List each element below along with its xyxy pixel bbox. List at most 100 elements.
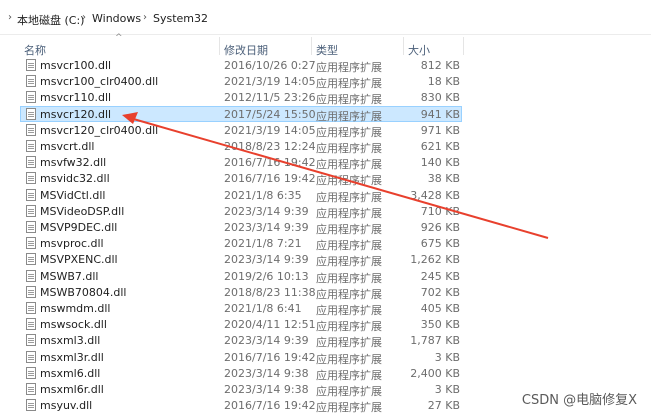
file-row[interactable]: MSVideoDSP.dll 2023/3/14 9:39 应用程序扩展 710 KB <box>0 203 651 220</box>
column-divider[interactable] <box>311 37 312 55</box>
file-date: 2023/3/14 9:39 <box>224 221 309 234</box>
file-row[interactable]: msvcr100.dll 2016/10/26 0:27 应用程序扩展 812 KB <box>0 57 651 74</box>
dll-file-icon <box>26 172 36 185</box>
file-name: MSVidCtl.dll <box>40 188 106 202</box>
column-header-name[interactable]: 名称 <box>24 42 46 58</box>
dll-file-icon <box>26 188 36 201</box>
file-size: 245 KB <box>420 269 460 283</box>
file-row[interactable]: MSVP9DEC.dll 2023/3/14 9:39 应用程序扩展 926 KB <box>0 219 651 236</box>
file-name: MSVPXENC.dll <box>40 253 118 267</box>
file-size: 941 KB <box>420 107 460 121</box>
file-row[interactable]: msvcr120.dll 2017/5/24 15:50 应用程序扩展 941 KB <box>0 105 651 123</box>
file-size: 405 KB <box>420 302 460 315</box>
file-size: 702 KB <box>420 285 460 299</box>
dll-file-icon <box>26 107 36 120</box>
file-row[interactable]: MSVidCtl.dll 2021/1/8 6:35 应用程序扩展 3,428 KB <box>0 187 651 204</box>
file-name: MSWB70804.dll <box>40 285 127 299</box>
file-size: 3 KB <box>434 350 460 364</box>
file-row[interactable]: msvcr110.dll 2012/11/5 23:26 应用程序扩展 830 KB <box>0 89 651 106</box>
file-row[interactable]: MSWB70804.dll 2018/8/23 11:38 应用程序扩展 702 KB <box>0 284 651 301</box>
file-size: 621 KB <box>420 140 460 153</box>
file-row[interactable]: msvcr100_clr0400.dll 2021/3/19 14:05 应用程序扩… <box>0 73 651 90</box>
chevron-right-icon[interactable]: › <box>82 12 86 23</box>
breadcrumb-item-system32[interactable]: System32 <box>153 12 208 25</box>
file-row[interactable]: msxml6.dll 2023/3/14 9:38 应用程序扩展 2,400 KB <box>0 365 651 382</box>
file-name: msvcr100.dll <box>40 59 112 72</box>
file-name: MSVideoDSP.dll <box>40 204 125 218</box>
file-date: 2021/3/19 14:05 <box>224 123 316 137</box>
file-row[interactable]: mswmdm.dll 2021/1/8 6:41 应用程序扩展 405 KB <box>0 300 651 317</box>
breadcrumb: › 本地磁盘 (C:) › Windows › System32 <box>0 0 651 35</box>
file-size: 3,428 KB <box>410 188 460 202</box>
file-date: 2023/3/14 9:38 <box>224 383 309 396</box>
file-size: 2,400 KB <box>410 366 460 380</box>
file-date: 2021/3/19 14:05 <box>224 75 316 89</box>
file-date: 2023/3/14 9:38 <box>224 366 309 380</box>
column-header-size[interactable]: 大小 <box>408 42 430 58</box>
file-name: msxml3r.dll <box>40 350 104 364</box>
column-header-date[interactable]: 修改日期 <box>224 42 268 58</box>
file-row[interactable]: msxml3.dll 2023/3/14 9:39 应用程序扩展 1,787 KB <box>0 332 651 349</box>
file-date: 2016/7/16 19:42 <box>224 350 316 364</box>
file-date: 2016/7/16 19:42 <box>224 172 316 186</box>
file-row[interactable]: MSVPXENC.dll 2023/3/14 9:39 应用程序扩展 1,262 KB <box>0 251 651 268</box>
dll-file-icon <box>26 318 36 331</box>
file-row[interactable]: msvproc.dll 2021/1/8 7:21 应用程序扩展 675 KB <box>0 235 651 252</box>
dll-file-icon <box>26 285 36 298</box>
file-name: mswsock.dll <box>40 318 107 332</box>
dll-file-icon <box>26 204 36 217</box>
file-row[interactable]: msvcrt.dll 2018/8/23 12:24 应用程序扩展 621 KB <box>0 138 651 155</box>
file-size: 140 KB <box>420 156 460 170</box>
file-date: 2023/3/14 9:39 <box>224 253 309 267</box>
file-date: 2021/1/8 6:41 <box>224 302 302 315</box>
file-size: 675 KB <box>420 237 460 251</box>
file-row[interactable]: msxml3r.dll 2016/7/16 19:42 应用程序扩展 3 KB <box>0 349 651 366</box>
file-name: msvcr110.dll <box>40 91 112 105</box>
file-size: 27 KB <box>427 399 460 413</box>
file-date: 2012/11/5 23:26 <box>224 91 316 105</box>
dll-file-icon <box>26 302 36 314</box>
file-size: 18 KB <box>427 75 460 89</box>
file-size: 3 KB <box>434 383 460 396</box>
column-divider[interactable] <box>403 37 404 55</box>
file-name: msvcr120.dll <box>40 107 112 121</box>
file-row[interactable]: mswsock.dll 2020/4/11 12:51 应用程序扩展 350 KB <box>0 316 651 333</box>
file-name: msvcrt.dll <box>40 140 95 153</box>
dll-file-icon <box>26 366 36 379</box>
file-date: 2021/1/8 7:21 <box>224 237 302 251</box>
file-date: 2017/5/24 15:50 <box>224 107 316 121</box>
breadcrumb-item-windows[interactable]: Windows <box>92 12 141 25</box>
dll-file-icon <box>26 334 36 347</box>
dll-file-icon <box>26 91 36 104</box>
file-row[interactable]: msvidc32.dll 2016/7/16 19:42 应用程序扩展 38 KB <box>0 170 651 187</box>
column-header-type[interactable]: 类型 <box>316 42 338 58</box>
file-row[interactable]: MSWB7.dll 2019/2/6 10:13 应用程序扩展 245 KB <box>0 268 651 285</box>
file-date: 2021/1/8 6:35 <box>224 188 302 202</box>
file-name: msxml3.dll <box>40 334 101 348</box>
watermark: CSDN @电脑修复X <box>521 393 637 408</box>
file-row[interactable]: msvcr120_clr0400.dll 2021/3/19 14:05 应用程序扩… <box>0 122 651 139</box>
file-name: msvproc.dll <box>40 237 104 251</box>
chevron-right-icon[interactable]: › <box>143 12 147 23</box>
column-divider[interactable] <box>463 37 464 55</box>
dll-file-icon <box>26 123 36 136</box>
file-row[interactable]: msvfw32.dll 2016/7/16 19:42 应用程序扩展 140 KB <box>0 154 651 171</box>
file-name: msvcr120_clr0400.dll <box>40 123 159 137</box>
file-size: 830 KB <box>420 91 460 105</box>
breadcrumb-item-drive[interactable]: 本地磁盘 (C:) <box>17 12 84 28</box>
file-size: 971 KB <box>420 123 460 137</box>
file-name: MSVP9DEC.dll <box>40 221 118 234</box>
column-divider[interactable] <box>219 37 220 55</box>
file-size: 1,262 KB <box>410 253 460 267</box>
file-date: 2023/3/14 9:39 <box>224 334 309 348</box>
file-type: 应用程序扩展 <box>316 401 382 415</box>
chevron-right-icon[interactable]: › <box>8 12 12 23</box>
file-date: 2018/8/23 11:38 <box>224 285 316 299</box>
file-size: 812 KB <box>420 59 460 72</box>
dll-file-icon <box>26 237 36 250</box>
file-name: msxml6.dll <box>40 366 101 380</box>
file-date: 2016/7/16 19:42 <box>224 399 316 413</box>
file-size: 1,787 KB <box>410 334 460 348</box>
dll-file-icon <box>26 140 36 152</box>
file-name: msyuv.dll <box>40 399 93 413</box>
